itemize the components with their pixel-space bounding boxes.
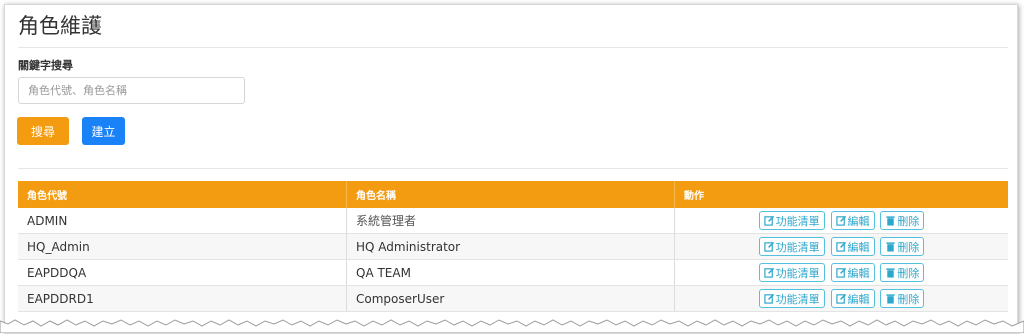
role-code-cell: EAPDDQA <box>18 259 347 286</box>
roles-table: 角色代號 角色名稱 動作 ADMIN 系統管理者 功能清單 編輯 刪除 HQ_A… <box>18 181 1008 312</box>
edit-icon <box>763 267 774 278</box>
role-code-cell: ADMIN <box>18 208 347 234</box>
divider <box>18 168 1008 169</box>
column-header-actions: 動作 <box>674 181 1008 208</box>
content-panel: 角色維護 關鍵字搜尋 搜尋 建立 角色代號 角色名稱 動作 ADMIN 系統管理… <box>4 4 1018 334</box>
edit-icon <box>763 293 774 304</box>
role-name-cell: 系統管理者 <box>346 208 675 234</box>
function-list-button[interactable]: 功能清單 <box>758 289 825 308</box>
delete-button[interactable]: 刪除 <box>880 263 925 282</box>
table-row: ADMIN 系統管理者 功能清單 編輯 刪除 <box>18 208 1008 234</box>
role-name-cell: QA TEAM <box>346 259 675 286</box>
delete-button[interactable]: 刪除 <box>880 289 925 308</box>
page-title: 角色維護 <box>18 14 102 38</box>
table-row: EAPDDRD1 ComposerUser 功能清單 編輯 刪除 <box>18 285 1008 312</box>
table-row: EAPDDQA QA TEAM 功能清單 編輯 刪除 <box>18 259 1008 286</box>
role-code-cell: EAPDDRD1 <box>18 285 347 312</box>
function-list-button[interactable]: 功能清單 <box>758 237 825 256</box>
column-header-code: 角色代號 <box>18 181 347 208</box>
edit-button[interactable]: 編輯 <box>830 237 875 256</box>
trash-icon <box>886 216 895 226</box>
trash-icon <box>886 242 895 252</box>
edit-icon <box>835 241 846 252</box>
delete-button[interactable]: 刪除 <box>880 237 925 256</box>
create-button[interactable]: 建立 <box>82 117 125 145</box>
edit-button[interactable]: 編輯 <box>830 289 875 308</box>
edit-button[interactable]: 編輯 <box>830 211 875 230</box>
edit-icon <box>835 215 846 226</box>
edit-icon <box>835 293 846 304</box>
edit-icon <box>763 241 774 252</box>
actions-cell: 功能清單 編輯 刪除 <box>674 208 1008 234</box>
edit-icon <box>763 215 774 226</box>
table-row: HQ_Admin HQ Administrator 功能清單 編輯 刪除 <box>18 233 1008 260</box>
actions-cell: 功能清單 編輯 刪除 <box>674 285 1008 312</box>
function-list-button[interactable]: 功能清單 <box>758 263 825 282</box>
search-label: 關鍵字搜尋 <box>18 59 73 72</box>
divider <box>18 47 1008 48</box>
search-input[interactable] <box>18 77 245 104</box>
delete-button[interactable]: 刪除 <box>880 211 925 230</box>
edit-button[interactable]: 編輯 <box>830 263 875 282</box>
actions-cell: 功能清單 編輯 刪除 <box>674 233 1008 260</box>
torn-edge <box>0 319 1024 333</box>
edit-icon <box>835 267 846 278</box>
role-name-cell: ComposerUser <box>346 285 675 312</box>
role-name-cell: HQ Administrator <box>346 233 675 260</box>
trash-icon <box>886 294 895 304</box>
column-header-name: 角色名稱 <box>346 181 675 208</box>
function-list-button[interactable]: 功能清單 <box>758 211 825 230</box>
table-header-row: 角色代號 角色名稱 動作 <box>18 181 1008 208</box>
search-button[interactable]: 搜尋 <box>17 117 69 145</box>
trash-icon <box>886 268 895 278</box>
role-code-cell: HQ_Admin <box>18 233 347 260</box>
actions-cell: 功能清單 編輯 刪除 <box>674 259 1008 286</box>
